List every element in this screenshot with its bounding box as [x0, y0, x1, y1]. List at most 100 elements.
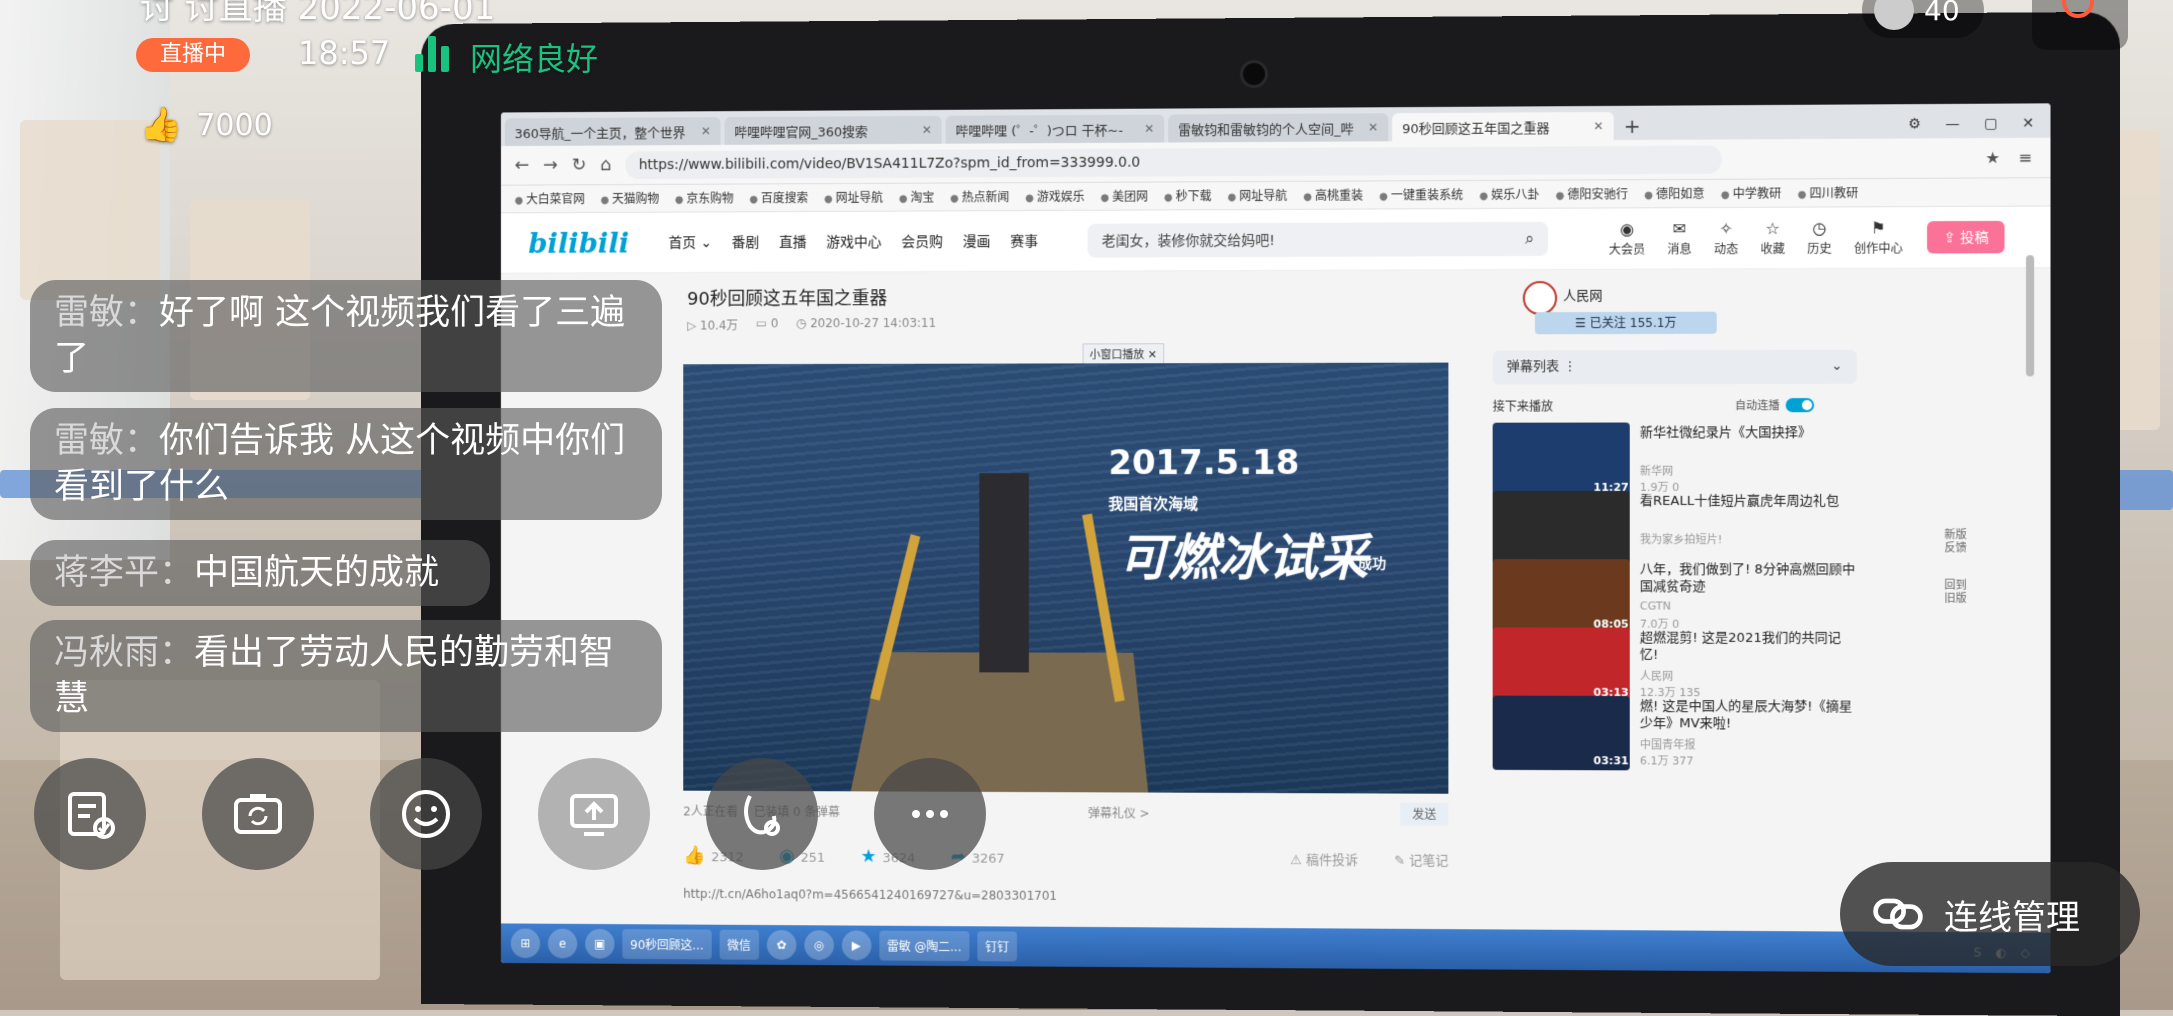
start-button[interactable]: ⊞: [511, 928, 540, 958]
power-icon[interactable]: [2032, 0, 2128, 50]
emoji-button[interactable]: [370, 758, 482, 870]
star-icon[interactable]: ★: [1985, 148, 2000, 167]
taskbar-item[interactable]: 微信: [719, 930, 758, 960]
recommended-video[interactable]: 03:31 燃! 这是中国人的星辰大海梦!《摘星少年》MV来啦! 中国青年报 6.1万…: [1493, 696, 1867, 772]
close-icon[interactable]: ✕: [1144, 122, 1154, 136]
recommended-uploader[interactable]: 中国青年报: [1640, 736, 1696, 752]
follow-button[interactable]: ☰ 已关注 155.1万: [1535, 312, 1717, 335]
recommended-uploader[interactable]: 新华网: [1640, 463, 1673, 479]
recommended-video[interactable]: 08:05 八年，我们做到了! 8分钟高燃回顾中国减贫奇迹 CGTN 7.0万 0: [1493, 559, 1867, 634]
taskbar-item[interactable]: 90秒回顾这...: [622, 929, 711, 959]
header-icon-button[interactable]: ☆ 收藏: [1761, 219, 1785, 257]
autoplay-control[interactable]: 自动连播: [1735, 397, 1814, 413]
browser-tab[interactable]: 雷敏钧和雷敏钧的个人空间_哔 ✕: [1168, 113, 1388, 142]
bilibili-nav-item[interactable]: 漫画: [963, 231, 991, 251]
close-icon[interactable]: ✕: [1368, 120, 1378, 134]
close-icon[interactable]: ✕: [922, 123, 932, 137]
connection-manage-button[interactable]: 连线管理: [1840, 862, 2140, 966]
minimize-button[interactable]: —: [1945, 116, 1959, 132]
beauty-button[interactable]: [706, 758, 818, 870]
browser-tab[interactable]: 360导航_一个主页，整个世界 ✕: [505, 117, 721, 146]
recommended-title[interactable]: 看REALL十佳短片赢虎年周边礼包: [1640, 493, 1858, 510]
taskbar-item[interactable]: 雷敏 @陶二...: [879, 931, 969, 961]
video-thumbnail[interactable]: [1493, 491, 1630, 565]
header-icon-button[interactable]: ◷ 历史: [1807, 219, 1831, 257]
camera-switch-button[interactable]: [202, 758, 314, 870]
avatar[interactable]: [1523, 281, 1557, 315]
app-icon[interactable]: ◎: [804, 930, 834, 960]
recommended-title[interactable]: 新华社微纪录片《大国抉择》: [1640, 424, 1858, 441]
bookmark-item[interactable]: 高桃重装: [1303, 187, 1363, 204]
back-icon[interactable]: ←: [515, 155, 530, 176]
search-icon[interactable]: ⌕: [1525, 229, 1534, 249]
checklist-button[interactable]: [34, 758, 146, 870]
bilibili-nav-item[interactable]: 会员购: [901, 231, 943, 251]
recommended-title[interactable]: 八年，我们做到了! 8分钟高燃回顾中国减贫奇迹: [1640, 561, 1858, 595]
screen-share-button[interactable]: [538, 758, 650, 870]
browser-tab[interactable]: 哔哩哔哩 (゜-゜)つロ 干杯~- ✕: [946, 115, 1165, 144]
danmaku-etiquette-link[interactable]: 弹幕礼仪 >: [1088, 804, 1150, 821]
notes-button[interactable]: ✎ 记笔记: [1394, 849, 1448, 868]
mini-window-button[interactable]: 小窗口播放 ✕: [1083, 343, 1164, 365]
recommended-uploader[interactable]: 我为家乡拍短片!: [1640, 531, 1722, 547]
recommended-title[interactable]: 燃! 这是中国人的星辰大海梦!《摘星少年》MV来啦!: [1640, 698, 1858, 733]
header-icon-button[interactable]: ✧ 动态: [1714, 219, 1738, 257]
forward-icon[interactable]: →: [543, 155, 558, 176]
bookmark-item[interactable]: 淘宝: [899, 189, 934, 206]
recommended-video[interactable]: 看REALL十佳短片赢虎年周边礼包 我为家乡拍短片!: [1493, 491, 1867, 566]
bilibili-nav-item[interactable]: 首页 ⌄: [668, 232, 711, 252]
recommended-video[interactable]: 11:27 新华社微纪录片《大国抉择》 新华网 1.9万 0: [1493, 422, 1867, 497]
menu-icon[interactable]: ≡: [2018, 148, 2032, 167]
autoplay-toggle[interactable]: [1786, 398, 1814, 412]
recommended-video[interactable]: 03:13 超燃混剪! 这是2021我们的共同记忆! 人民网 12.3万 135: [1493, 627, 1867, 702]
scrollbar[interactable]: [2026, 255, 2034, 376]
url-input[interactable]: https://www.bilibili.com/video/BV1SA411L…: [625, 145, 1721, 179]
maximize-button[interactable]: ▢: [1984, 116, 1998, 132]
send-danmaku-button[interactable]: 发送: [1400, 802, 1448, 825]
browser-tab[interactable]: 哔哩哔哩官网_360搜索 ✕: [725, 116, 942, 145]
bookmark-item[interactable]: 百度搜索: [749, 189, 808, 206]
ie-icon[interactable]: e: [548, 929, 577, 959]
app-icon[interactable]: ✿: [767, 930, 797, 960]
header-icon-button[interactable]: ✉ 消息: [1667, 219, 1691, 257]
bookmark-item[interactable]: 德阳安驰行: [1556, 185, 1628, 202]
bilibili-nav-item[interactable]: 游戏中心: [826, 232, 881, 252]
close-icon[interactable]: ✕: [701, 124, 711, 138]
bookmark-item[interactable]: 京东购物: [675, 190, 734, 207]
upload-button[interactable]: ⇪ 投稿: [1927, 221, 2005, 254]
header-icon-button[interactable]: ◉ 大会员: [1609, 219, 1645, 257]
new-tab-button[interactable]: +: [1624, 112, 1641, 140]
taskbar-item[interactable]: 钉钉: [977, 931, 1017, 961]
bookmark-item[interactable]: 娱乐八卦: [1479, 186, 1539, 203]
app-icon[interactable]: ▶: [842, 930, 872, 960]
bookmark-item[interactable]: 大白菜官网: [515, 190, 585, 207]
bilibili-nav-item[interactable]: 赛事: [1010, 231, 1038, 251]
recommended-uploader[interactable]: 人民网: [1640, 668, 1673, 684]
old-version-link[interactable]: 回到旧版: [1944, 579, 1968, 605]
recommended-uploader[interactable]: CGTN: [1640, 599, 1671, 612]
report-button[interactable]: ⚠ 稿件投诉: [1290, 849, 1358, 868]
bilibili-nav-item[interactable]: 番剧: [732, 232, 760, 252]
bookmark-item[interactable]: 一键重装系统: [1379, 186, 1463, 203]
bookmark-item[interactable]: 天猫购物: [601, 190, 660, 207]
feedback-link[interactable]: 新版反馈: [1944, 528, 1968, 554]
browser-tab-active[interactable]: 90秒回顾这五年国之重器 ✕: [1392, 112, 1613, 141]
video-description-link[interactable]: http://t.cn/A6ho1aq0?m=4566541240169727&…: [683, 887, 1057, 903]
bilibili-search-input[interactable]: 老闺女，装修你就交给妈吧! ⌕: [1088, 222, 1548, 258]
home-icon[interactable]: ⌂: [600, 154, 611, 175]
bookmark-item[interactable]: 网址导航: [1228, 187, 1288, 204]
close-icon[interactable]: ✕: [1593, 119, 1603, 133]
bookmark-item[interactable]: 热点新闻: [950, 188, 1009, 205]
media-icon[interactable]: ▣: [585, 929, 614, 959]
bookmark-item[interactable]: 德阳如意: [1644, 185, 1704, 202]
header-icon-button[interactable]: ⚑ 创作中心: [1854, 218, 1903, 257]
uploader-name[interactable]: 人民网: [1563, 285, 1602, 304]
bookmark-item[interactable]: 游戏娱乐: [1025, 188, 1084, 205]
bilibili-logo[interactable]: bilibili: [528, 226, 629, 259]
video-player[interactable]: 2017.5.18 我国首次海域 可燃冰试采 成功: [683, 363, 1448, 794]
bilibili-nav-item[interactable]: 直播: [779, 232, 807, 252]
close-window-button[interactable]: ✕: [2022, 116, 2034, 132]
viewer-count[interactable]: 40: [1862, 0, 1984, 38]
refresh-icon[interactable]: ↻: [572, 155, 587, 176]
bookmark-item[interactable]: 美团网: [1100, 188, 1148, 205]
